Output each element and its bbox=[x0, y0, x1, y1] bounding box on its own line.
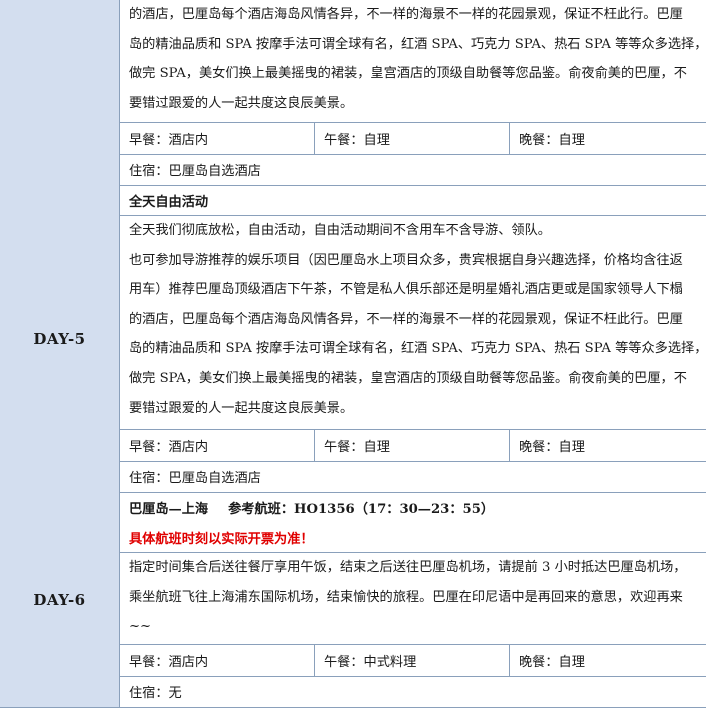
breakfast-cell: 早餐：酒店内 bbox=[120, 430, 315, 461]
paragraph-line: 的酒店，巴厘岛每个酒店海岛风情各异，不一样的海景不一样的花园景观，保证不枉此行。… bbox=[129, 311, 683, 327]
paragraph-line: 岛的精油品质和 SPA 按摩手法可谓全球有名，红酒 SPA、巧克力 SPA、热石… bbox=[129, 36, 706, 52]
paragraph-line: 要错过跟爱的人一起共度这良辰美景。 bbox=[129, 400, 354, 416]
stay-cell: 住宿：巴厘岛自选酒店 bbox=[129, 163, 261, 179]
dinner-cell: 晚餐：自理 bbox=[519, 133, 585, 148]
paragraph-line: 全天我们彻底放松，自由活动，自由活动期间不含用车不含导游、领队。 bbox=[129, 223, 551, 238]
day-block-6: DAY-6 巴厘岛—上海 参考航班：HO1356（17：30—23：55） 具体… bbox=[0, 492, 706, 708]
paragraph-line: 要错过跟爱的人一起共度这良辰美景。 bbox=[129, 95, 354, 111]
flight-notice: 具体航班时刻以实际开票为准！ bbox=[120, 523, 706, 553]
route-text: 巴厘岛—上海 bbox=[129, 502, 209, 517]
paragraph-line: 指定时间集合后送往餐厅享用午饭，结束之后送往巴厘岛机场，请提前 3 小时抵达巴厘… bbox=[129, 560, 687, 575]
breakfast-cell: 早餐：酒店内 bbox=[120, 123, 315, 154]
paragraph-line: 用车）推荐巴厘岛顶级酒店下午茶，不管是私人俱乐部还是明星婚礼酒店更或是国家领导人… bbox=[129, 282, 683, 298]
paragraph-line: 做完 SPA，美女们换上最美摇曳的裙装，皇宫酒店的顶级自助餐等您品鉴。俞夜俞美的… bbox=[129, 66, 687, 82]
day-content: 全天自由活动 全天我们彻底放松，自由活动，自由活动期间不含用车不含导游、领队。 … bbox=[120, 185, 706, 492]
day-block-5: DAY-5 全天自由活动 全天我们彻底放松，自由活动，自由活动期间不含用车不含导… bbox=[0, 185, 706, 493]
flight-info-row: 巴厘岛—上海 参考航班：HO1356（17：30—23：55） bbox=[120, 492, 706, 523]
paragraph-line: 也可参加导游推荐的娱乐项目（因巴厘岛水上项目众多，贵宾根据自身兴趣选择，价格均含… bbox=[129, 252, 683, 268]
lunch-cell: 午餐：自理 bbox=[315, 123, 510, 154]
meals-row: 早餐：酒店内 午餐：中式料理 晚餐：自理 bbox=[120, 644, 706, 677]
breakfast-cell: 早餐：酒店内 bbox=[120, 645, 315, 676]
dinner-cell: 晚餐：自理 bbox=[519, 655, 585, 670]
day-label-cell: DAY-6 bbox=[0, 492, 120, 707]
dinner-cell: 晚餐：自理 bbox=[519, 440, 585, 455]
paragraph-line: 的酒店，巴厘岛每个酒店海岛风情各异，不一样的海景不一样的花园景观，保证不枉此行。… bbox=[129, 7, 683, 22]
lunch-cell: 午餐：中式料理 bbox=[315, 645, 510, 676]
day-block-continued: 的酒店，巴厘岛每个酒店海岛风情各异，不一样的海景不一样的花园景观，保证不枉此行。… bbox=[0, 0, 706, 186]
paragraph-line: 乘坐航班飞往上海浦东国际机场，结束愉快的旅程。巴厘在印尼语中是再回来的意思，欢迎… bbox=[129, 589, 683, 605]
paragraph-line: ~~ bbox=[129, 619, 152, 635]
meals-row: 早餐：酒店内 午餐：自理 晚餐：自理 bbox=[120, 122, 706, 155]
lunch-cell: 午餐：自理 bbox=[315, 430, 510, 461]
day-content: 巴厘岛—上海 参考航班：HO1356（17：30—23：55） 具体航班时刻以实… bbox=[120, 492, 706, 707]
meals-row: 早餐：酒店内 午餐：自理 晚餐：自理 bbox=[120, 429, 706, 462]
day-label-cell bbox=[0, 0, 120, 185]
itinerary-paragraph: 全天我们彻底放松，自由活动，自由活动期间不含用车不含导游、领队。 也可参加导游推… bbox=[129, 216, 706, 423]
day-title: 全天自由活动 bbox=[120, 185, 706, 216]
itinerary-paragraph: 的酒店，巴厘岛每个酒店海岛风情各异，不一样的海景不一样的花园景观，保证不枉此行。… bbox=[129, 0, 706, 118]
stay-cell: 住宿：巴厘岛自选酒店 bbox=[129, 470, 261, 486]
day-content: 的酒店，巴厘岛每个酒店海岛风情各异，不一样的海景不一样的花园景观，保证不枉此行。… bbox=[120, 0, 706, 185]
paragraph-line: 岛的精油品质和 SPA 按摩手法可谓全球有名，红酒 SPA、巧克力 SPA、热石… bbox=[129, 341, 706, 357]
flight-text: 参考航班：HO1356（17：30—23：55） bbox=[228, 502, 495, 517]
stay-cell: 住宿：无 bbox=[129, 685, 182, 701]
paragraph-line: 做完 SPA，美女们换上最美摇曳的裙装，皇宫酒店的顶级自助餐等您品鉴。俞夜俞美的… bbox=[129, 370, 687, 386]
day-label-cell: DAY-5 bbox=[0, 185, 120, 492]
itinerary-paragraph: 指定时间集合后送往餐厅享用午饭，结束之后送往巴厘岛机场，请提前 3 小时抵达巴厘… bbox=[129, 553, 702, 642]
